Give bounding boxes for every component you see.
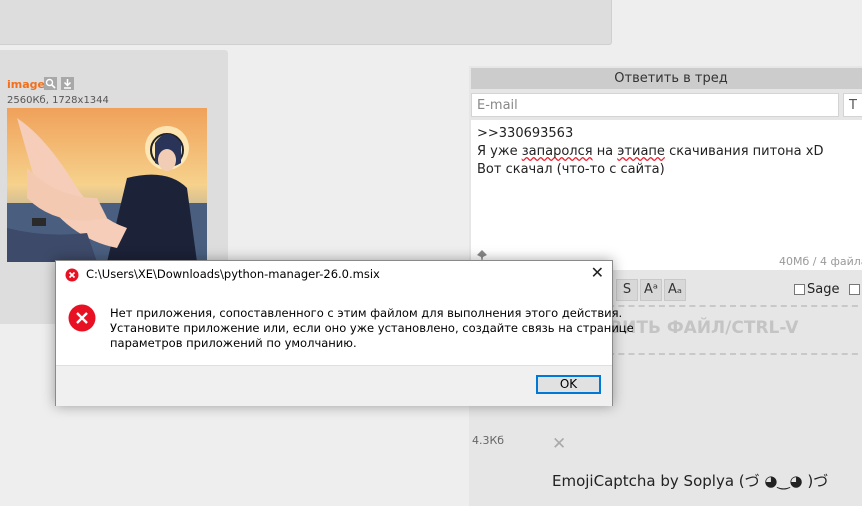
sage-checkbox-box[interactable] [794, 284, 805, 295]
superscript-button[interactable]: Aᵃ [640, 279, 662, 301]
reply-form-header[interactable]: Ответить в тред [471, 68, 862, 89]
comment-line: Вот скачал (что-то с сайта) [477, 162, 665, 177]
extra-checkbox[interactable] [849, 284, 860, 295]
dialog-message-line: параметров приложений по умолчанию. [110, 336, 357, 350]
dialog-title: C:\Users\XE\Downloads\python-manager-26.… [86, 267, 380, 281]
dialog-footer: OK [56, 365, 612, 406]
file-limit-text: 40Мб / 4 файла [779, 255, 862, 268]
error-dialog: C:\Users\XE\Downloads\python-manager-26.… [55, 260, 634, 406]
error-title-icon [65, 267, 79, 282]
dialog-message: Нет приложения, сопоставленного с этим ф… [110, 306, 634, 351]
comment-line: Я уже запаролся на этиапе скачивания пит… [477, 144, 824, 159]
strikethrough-button[interactable]: S [616, 279, 638, 301]
subscript-button[interactable]: Aₐ [664, 279, 686, 301]
dialog-message-line: Установите приложение или, если оно уже … [110, 321, 634, 335]
ok-button[interactable]: OK [536, 375, 601, 394]
comment-line: >>330693563 [477, 126, 574, 141]
sage-checkbox[interactable]: Sage [794, 282, 839, 297]
close-icon[interactable]: ✕ [591, 264, 604, 282]
email-input[interactable]: E-mail [471, 93, 839, 117]
name-input[interactable]: Т [843, 93, 862, 117]
post-thumbnail-image[interactable] [7, 108, 207, 262]
attached-file-size: 4.3Кб [472, 434, 505, 447]
download-icon[interactable] [61, 77, 74, 90]
post-file-name[interactable]: image [7, 78, 45, 91]
post-file-meta: 2560Кб, 1728x1344 [7, 95, 109, 106]
magnifier-icon[interactable] [44, 77, 57, 90]
error-icon [68, 304, 96, 332]
remove-file-icon[interactable]: ✕ [552, 436, 566, 453]
comment-textarea[interactable]: >>330693563 Я уже запаролся на этиапе ск… [471, 120, 862, 270]
previous-post-block [0, 0, 612, 45]
dialog-message-line: Нет приложения, сопоставленного с этим ф… [110, 306, 623, 320]
captcha-label: EmojiCaptcha by Soplya (づ ◕‿◕ )づ [552, 472, 829, 490]
